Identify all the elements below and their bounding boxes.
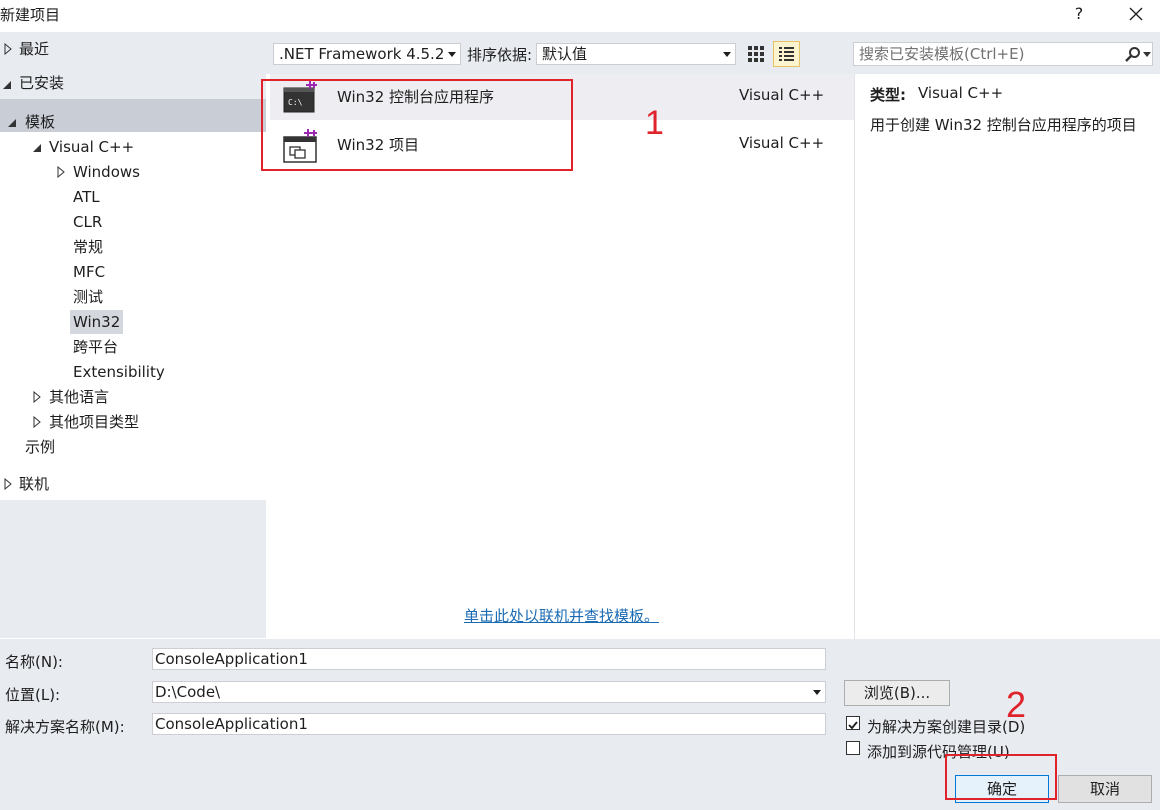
checkmark-icon bbox=[848, 721, 858, 730]
tree-node-recent[interactable]: 最近 bbox=[19, 37, 49, 61]
location-label: 位置(L): bbox=[5, 686, 61, 704]
list-view-button[interactable] bbox=[773, 41, 800, 67]
location-value: D:\Code\ bbox=[155, 683, 221, 701]
tree-node-general[interactable]: 常规 bbox=[73, 235, 103, 259]
tree-node-test[interactable]: 测试 bbox=[73, 285, 103, 309]
location-select[interactable]: D:\Code\ bbox=[152, 681, 826, 703]
expand-arrow-icon[interactable] bbox=[32, 391, 42, 403]
tree-node-clr[interactable]: CLR bbox=[73, 210, 102, 234]
chevron-down-icon bbox=[448, 52, 456, 57]
list-view-icon bbox=[779, 47, 794, 61]
source-control-checkbox[interactable] bbox=[846, 741, 860, 755]
ok-button[interactable]: 确定 bbox=[955, 775, 1049, 803]
create-directory-checkbox[interactable] bbox=[846, 716, 860, 730]
tree-node-visual-cpp[interactable]: Visual C++ bbox=[49, 135, 134, 159]
win32-project-icon bbox=[283, 129, 317, 163]
tree-node-samples[interactable]: 示例 bbox=[25, 435, 55, 459]
name-input[interactable] bbox=[152, 648, 826, 670]
search-icon[interactable] bbox=[1124, 46, 1142, 64]
tree-node-online[interactable]: 联机 bbox=[19, 472, 49, 496]
grid-view-button[interactable] bbox=[745, 43, 767, 65]
template-language: Visual C++ bbox=[739, 134, 825, 152]
collapse-arrow-icon[interactable] bbox=[32, 141, 42, 153]
tree-node-other-languages[interactable]: 其他语言 bbox=[49, 385, 109, 409]
tree-node-atl[interactable]: ATL bbox=[73, 185, 100, 209]
chevron-down-icon bbox=[813, 690, 821, 695]
template-language: Visual C++ bbox=[739, 86, 825, 104]
create-directory-label[interactable]: 为解决方案创建目录(D) bbox=[867, 716, 1025, 737]
source-control-label[interactable]: 添加到源代码管理(U) bbox=[867, 741, 1010, 762]
description-type-value: Visual C++ bbox=[918, 84, 1004, 102]
tree-node-extensibility[interactable]: Extensibility bbox=[73, 360, 165, 384]
search-options-icon[interactable] bbox=[1143, 52, 1151, 58]
close-button[interactable] bbox=[1122, 2, 1150, 28]
description-text: 用于创建 Win32 控制台应用程序的项目 bbox=[870, 116, 1137, 134]
framework-value: .NET Framework 4.5.2 bbox=[279, 45, 445, 63]
chevron-down-icon bbox=[723, 52, 731, 57]
collapse-arrow-icon[interactable] bbox=[7, 116, 17, 128]
tree-node-templates[interactable]: 模板 bbox=[25, 110, 55, 134]
search-box bbox=[853, 42, 1153, 66]
template-row-console[interactable]: C:\ Win32 控制台应用程序 Visual C++ bbox=[270, 74, 854, 120]
tree-node-mfc[interactable]: MFC bbox=[73, 260, 105, 284]
expand-arrow-icon[interactable] bbox=[56, 166, 66, 178]
grid-view-icon bbox=[748, 46, 764, 62]
template-row-win32-project[interactable]: Win32 项目 Visual C++ bbox=[270, 122, 854, 168]
tree-node-windows[interactable]: Windows bbox=[73, 160, 140, 184]
template-name: Win32 控制台应用程序 bbox=[337, 88, 495, 106]
expand-arrow-icon[interactable] bbox=[3, 43, 13, 55]
solution-name-input[interactable] bbox=[152, 713, 826, 735]
framework-select[interactable]: .NET Framework 4.5.2 bbox=[273, 43, 461, 65]
close-icon bbox=[1129, 7, 1143, 21]
name-label: 名称(N): bbox=[5, 653, 63, 671]
expand-arrow-icon[interactable] bbox=[3, 478, 13, 490]
solution-name-label: 解决方案名称(M): bbox=[5, 718, 125, 736]
expand-arrow-icon[interactable] bbox=[32, 416, 42, 428]
annotation-number-2: 2 bbox=[1006, 684, 1027, 725]
collapse-arrow-icon[interactable] bbox=[2, 78, 12, 90]
description-type-label: 类型: bbox=[870, 86, 906, 104]
browse-button[interactable]: 浏览(B)... bbox=[844, 680, 950, 706]
search-input[interactable] bbox=[854, 43, 1124, 65]
tree-node-cross-platform[interactable]: 跨平台 bbox=[73, 335, 118, 359]
online-templates-link[interactable]: 单击此处以联机并查找模板。 bbox=[464, 605, 659, 626]
tree-node-win32[interactable]: Win32 bbox=[70, 310, 124, 334]
annotation-number-1: 1 bbox=[645, 104, 664, 142]
sort-label: 排序依据: bbox=[467, 46, 533, 64]
template-name: Win32 项目 bbox=[337, 136, 420, 154]
dialog-title: 新建项目 bbox=[0, 6, 61, 24]
sort-select[interactable]: 默认值 bbox=[536, 43, 736, 65]
title-bar: 新建项目 ? bbox=[0, 0, 1160, 32]
console-app-icon: C:\ bbox=[283, 81, 317, 113]
description-panel bbox=[854, 74, 1160, 639]
cancel-button[interactable]: 取消 bbox=[1058, 775, 1152, 803]
tree-node-installed[interactable]: 已安装 bbox=[19, 71, 64, 95]
sort-value: 默认值 bbox=[542, 45, 588, 63]
tree-node-other-project-types[interactable]: 其他项目类型 bbox=[49, 410, 139, 434]
svg-text:C:\: C:\ bbox=[288, 98, 303, 107]
help-button[interactable]: ? bbox=[1066, 2, 1092, 28]
